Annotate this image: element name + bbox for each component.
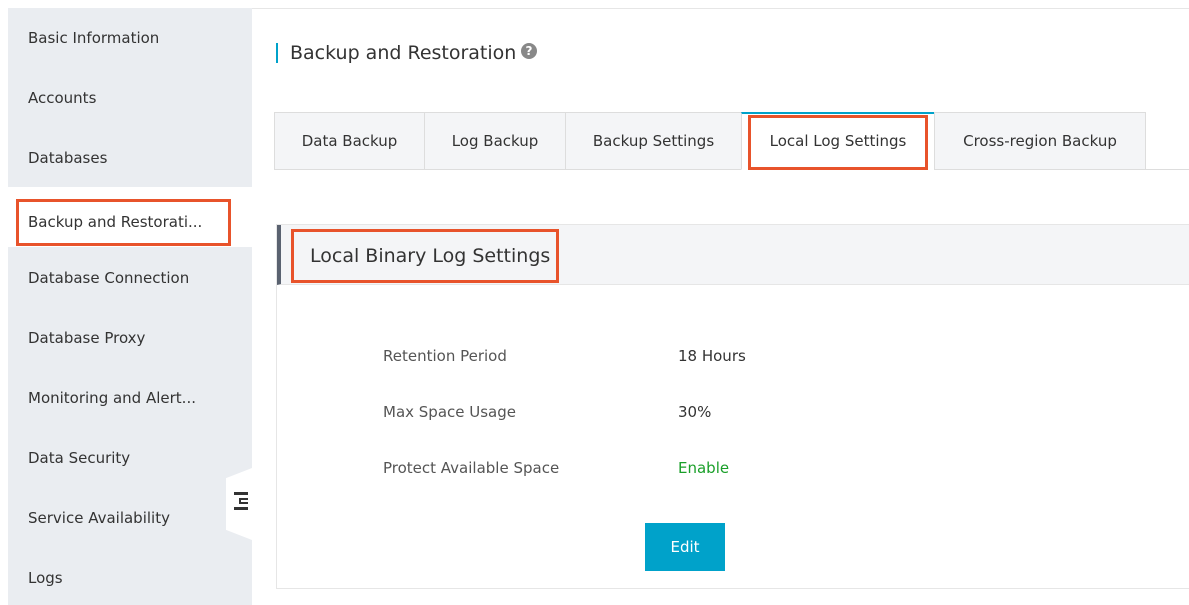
retention-period-label: Retention Period (383, 347, 507, 365)
tab-data-backup[interactable]: Data Backup (274, 112, 425, 170)
panel-header: Local Binary Log Settings (277, 225, 1189, 285)
tab-highlight-box (748, 115, 928, 170)
sidebar-item-label: Basic Information (28, 29, 160, 47)
sidebar-item-monitoring-and-alerts[interactable]: Monitoring and Alert... (8, 368, 252, 428)
sidebar-item-label: Monitoring and Alert... (28, 389, 196, 407)
sidebar-item-label: Logs (28, 569, 63, 587)
sidebar-item-database-connection[interactable]: Database Connection (8, 248, 252, 308)
sidebar-item-service-availability[interactable]: Service Availability (8, 488, 252, 548)
sidebar-item-backup-and-restoration[interactable]: Backup and Restorati... (8, 187, 252, 247)
collapse-sidebar-icon (234, 492, 248, 510)
retention-period-value: 18 Hours (678, 347, 746, 365)
protect-available-space-value: Enable (678, 459, 730, 477)
sidebar-item-label: Database Connection (28, 269, 190, 287)
sidebar-item-label: Accounts (28, 89, 97, 107)
sidebar-item-label: Backup and Restorati... (16, 199, 231, 246)
sidebar-collapse-toggle[interactable] (226, 468, 252, 540)
tab-log-backup[interactable]: Log Backup (424, 112, 566, 170)
sidebar-item-label: Database Proxy (28, 329, 146, 347)
page-title-accent-bar (276, 43, 278, 63)
sidebar-item-basic-information[interactable]: Basic Information (8, 8, 252, 68)
protect-available-space-label: Protect Available Space (383, 459, 560, 477)
page-title: Backup and Restoration (290, 42, 517, 64)
top-border (252, 8, 1189, 9)
max-space-usage-value: 30% (678, 403, 712, 421)
max-space-usage-label: Max Space Usage (383, 403, 516, 421)
question-circle-icon[interactable]: ? (521, 43, 537, 59)
sidebar: Basic Information Accounts Databases Bac… (8, 8, 252, 605)
sidebar-item-accounts[interactable]: Accounts (8, 68, 252, 128)
sidebar-item-label: Data Security (28, 449, 131, 467)
sidebar-item-label: Service Availability (28, 509, 170, 527)
tab-backup-settings[interactable]: Backup Settings (565, 112, 742, 170)
sidebar-item-logs[interactable]: Logs (8, 548, 252, 605)
panel-title: Local Binary Log Settings (291, 229, 559, 283)
edit-button[interactable]: Edit (645, 523, 725, 571)
sidebar-item-databases[interactable]: Databases (8, 128, 252, 188)
sidebar-item-label: Databases (28, 149, 108, 167)
sidebar-item-data-security[interactable]: Data Security (8, 428, 252, 488)
sidebar-item-database-proxy[interactable]: Database Proxy (8, 308, 252, 368)
tab-cross-region-backup[interactable]: Cross-region Backup (934, 112, 1146, 170)
